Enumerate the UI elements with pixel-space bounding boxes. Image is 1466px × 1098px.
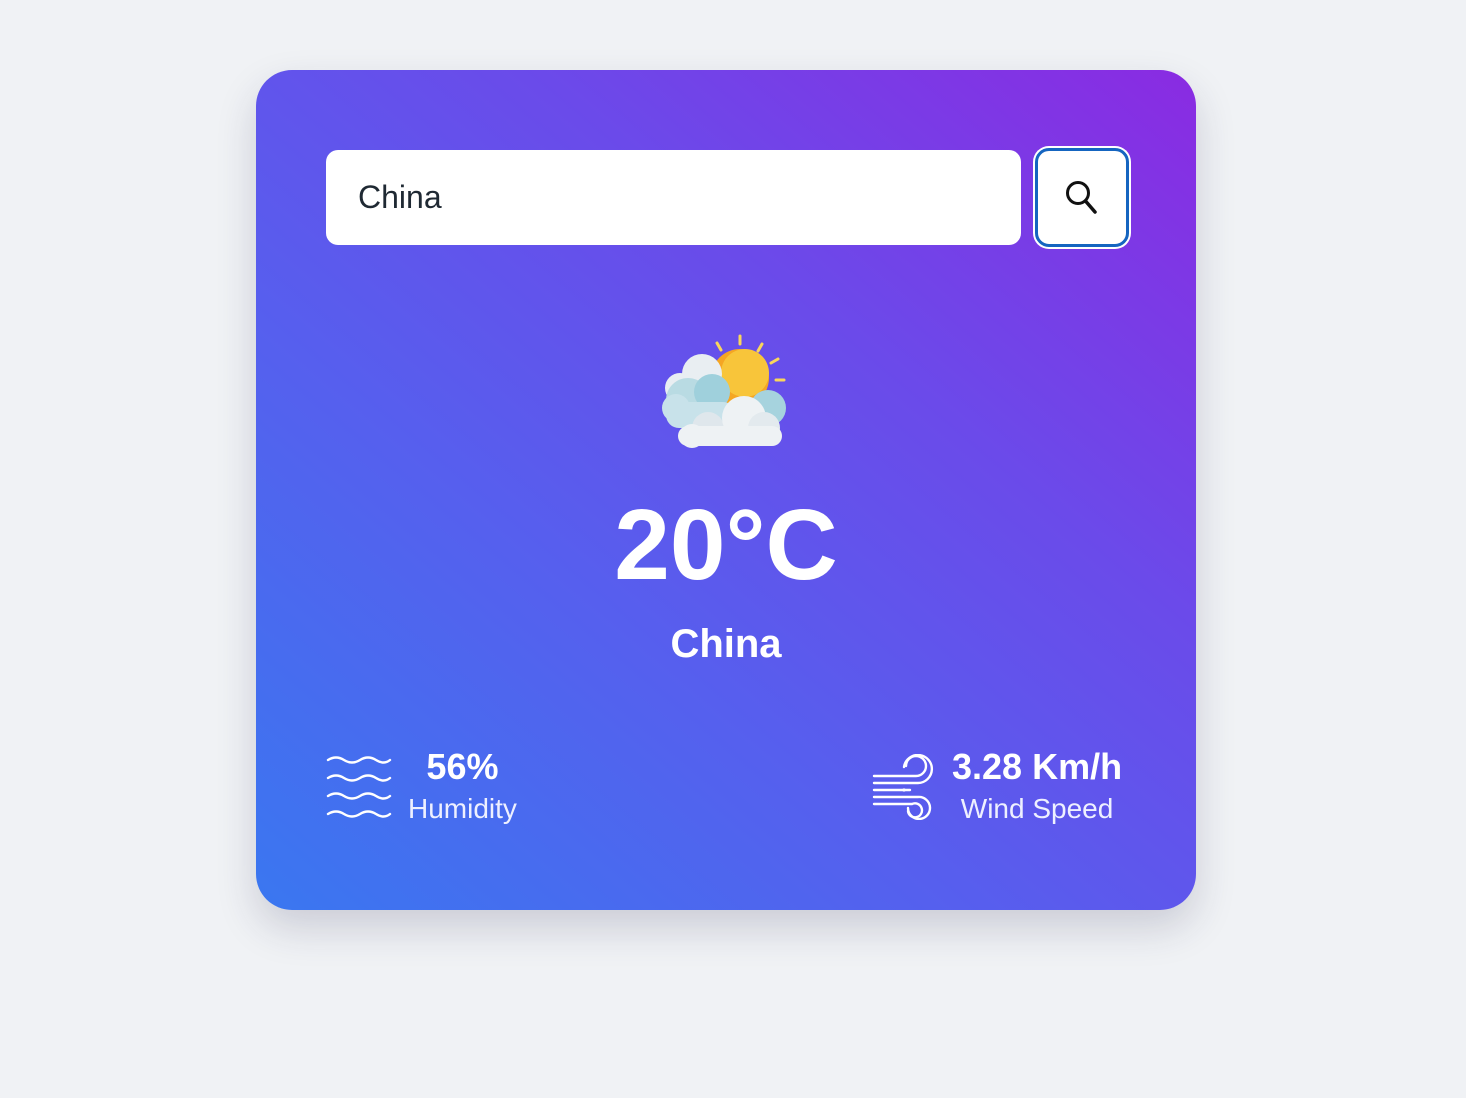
search-bar: [326, 148, 1130, 250]
search-button[interactable]: [1035, 148, 1129, 247]
temperature: 20°C: [614, 489, 838, 601]
humidity-value: 56%: [426, 746, 499, 787]
humidity-stat: 56% Humidity: [326, 742, 517, 832]
search-icon: [1066, 180, 1097, 214]
wind-speed-value: 3.28 Km/h: [952, 746, 1123, 787]
partly-cloudy-icon: [662, 334, 786, 448]
humidity-label: Humidity: [408, 793, 517, 824]
wind-stat: 3.28 Km/h Wind Speed: [872, 742, 1122, 832]
humidity-waves-icon: [326, 756, 392, 818]
wind-icon: [872, 754, 934, 820]
weather-card: 20°C China 56% Humidity: [256, 70, 1196, 910]
wind-speed-label: Wind Speed: [960, 793, 1114, 824]
search-input[interactable]: [326, 150, 1021, 245]
city-name: China: [670, 622, 782, 666]
